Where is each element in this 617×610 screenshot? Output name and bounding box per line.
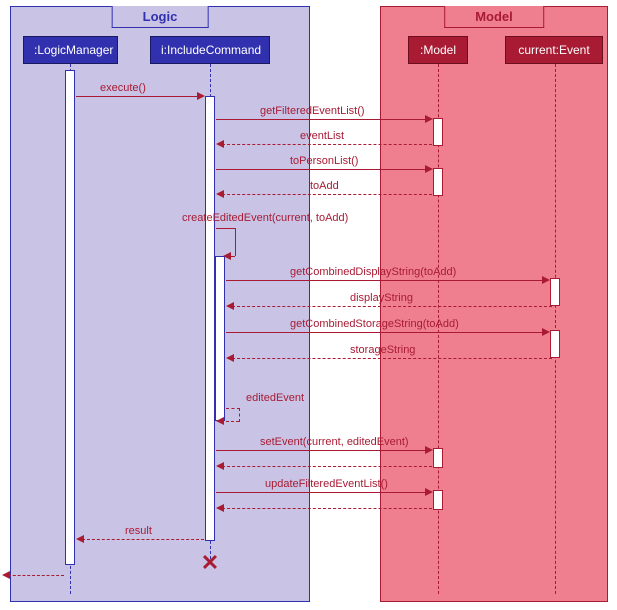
self-arrowhead bbox=[223, 252, 231, 260]
msg-storagestring: storageString bbox=[350, 344, 415, 356]
activation-md-4 bbox=[433, 490, 443, 510]
msg-getstorage: getCombinedStorageString(toAdd) bbox=[290, 318, 459, 330]
lifeline-ev bbox=[555, 64, 556, 594]
arrowhead-getdisplay bbox=[542, 276, 550, 284]
arrow-setevent bbox=[216, 450, 426, 451]
arrowhead-setevent bbox=[425, 446, 433, 454]
participant-logic-manager: :LogicManager bbox=[23, 36, 118, 64]
msg-eventlist: eventList bbox=[300, 130, 344, 142]
self-side bbox=[235, 228, 236, 256]
arrowhead-getstorage bbox=[542, 328, 550, 336]
arrowhead-updatefiltered-ret bbox=[216, 504, 224, 512]
arrow-getfiltered bbox=[216, 119, 426, 120]
msg-getfiltered: getFilteredEventList() bbox=[260, 105, 365, 117]
arrowhead-execute bbox=[197, 92, 205, 100]
selfret-top bbox=[226, 408, 240, 409]
selfret-side bbox=[239, 408, 240, 422]
msg-toadd: toAdd bbox=[310, 180, 339, 192]
arrow-execute bbox=[76, 96, 198, 97]
msg-displaystring: displayString bbox=[350, 292, 413, 304]
msg-execute: execute() bbox=[100, 82, 146, 94]
destroy-icon: ✕ bbox=[201, 550, 219, 576]
arrow-getstorage bbox=[226, 332, 546, 333]
msg-getdisplay: getCombinedDisplayString(toAdd) bbox=[290, 266, 456, 278]
arrow-result bbox=[82, 539, 204, 540]
arrowhead-external bbox=[2, 571, 10, 579]
group-logic-label: Logic bbox=[112, 6, 209, 28]
group-model-label: Model bbox=[444, 6, 544, 28]
activation-md-2 bbox=[433, 168, 443, 196]
participant-model: :Model bbox=[408, 36, 468, 64]
arrowhead-displaystring bbox=[226, 302, 234, 310]
arrowhead-setevent-ret bbox=[216, 462, 224, 470]
sequence-diagram: Logic Model :LogicManager i:IncludeComma… bbox=[0, 0, 617, 610]
selfret-arrowhead bbox=[216, 417, 224, 425]
participant-event: current:Event bbox=[505, 36, 603, 64]
activation-md-3 bbox=[433, 448, 443, 468]
msg-result: result bbox=[125, 525, 152, 537]
arrow-storagestring bbox=[232, 358, 552, 359]
arrow-setevent-ret bbox=[222, 466, 432, 467]
activation-lm bbox=[65, 70, 75, 565]
arrow-displaystring bbox=[232, 306, 552, 307]
arrowhead-topersonlist bbox=[425, 165, 433, 173]
activation-ic-nested bbox=[215, 256, 225, 421]
arrow-eventlist bbox=[222, 144, 432, 145]
arrowhead-result bbox=[76, 535, 84, 543]
arrow-topersonlist bbox=[216, 169, 426, 170]
arrowhead-toadd bbox=[216, 190, 224, 198]
group-model: Model bbox=[380, 6, 608, 602]
participant-include-command: i:IncludeCommand bbox=[150, 36, 270, 64]
arrow-external bbox=[8, 575, 64, 576]
msg-setevent: setEvent(current, editedEvent) bbox=[260, 436, 409, 448]
msg-editedevent: editedEvent bbox=[246, 392, 304, 404]
arrow-getdisplay bbox=[226, 280, 546, 281]
activation-ic bbox=[205, 96, 215, 541]
arrow-updatefiltered-ret bbox=[222, 508, 432, 509]
msg-updatefiltered: updateFilteredEventList() bbox=[265, 478, 388, 490]
self-top bbox=[216, 228, 236, 229]
arrowhead-getfiltered bbox=[425, 115, 433, 123]
arrow-updatefiltered bbox=[216, 492, 426, 493]
arrow-toadd bbox=[222, 194, 432, 195]
activation-md-1 bbox=[433, 118, 443, 146]
msg-createedited: createEditedEvent(current, toAdd) bbox=[182, 212, 348, 224]
arrowhead-eventlist bbox=[216, 140, 224, 148]
activation-ev-1 bbox=[550, 278, 560, 306]
msg-topersonlist: toPersonList() bbox=[290, 155, 358, 167]
arrowhead-storagestring bbox=[226, 354, 234, 362]
activation-ev-2 bbox=[550, 330, 560, 358]
arrowhead-updatefiltered bbox=[425, 488, 433, 496]
